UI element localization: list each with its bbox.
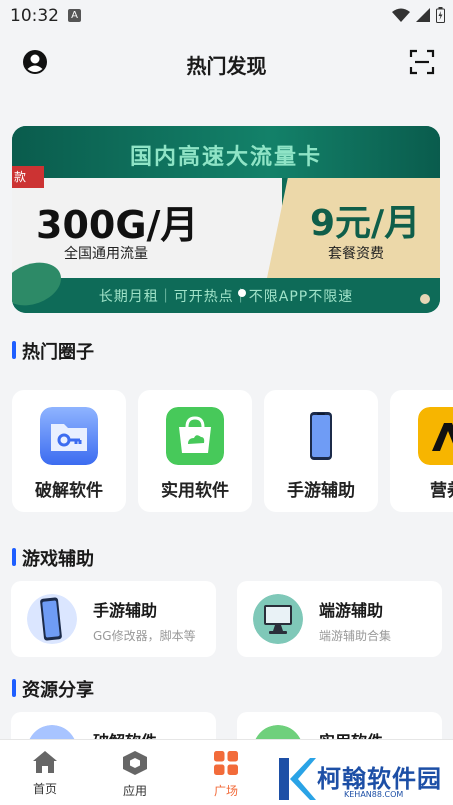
banner-bottom: 长期月租｜可开热点｜不限APP不限速 xyxy=(12,278,440,313)
promo-banner[interactable]: 国内高速大流量卡 款 300G/月 全国通用流量 9元/月 套餐资费 长期月租｜… xyxy=(12,126,440,313)
key-folder-icon xyxy=(40,407,98,465)
grid-icon xyxy=(214,751,238,775)
watermark-logo: 柯翰软件园 KEHAN88.COM xyxy=(276,756,453,804)
cube-icon xyxy=(123,751,147,775)
hot-circles-list[interactable]: 破解软件 实用软件 手游辅助 营养 xyxy=(12,390,453,515)
tab-label: 应用 xyxy=(122,784,147,798)
banner-price-desc: 套餐资费 xyxy=(328,246,384,262)
scan-icon[interactable] xyxy=(409,49,435,75)
phone-icon xyxy=(27,594,77,644)
shopping-bag-icon xyxy=(166,407,224,465)
circle-card-cracked-software[interactable]: 破解软件 xyxy=(12,390,126,512)
banner-price: 9元/月 xyxy=(310,203,421,244)
banner-headline: 国内高速大流量卡 xyxy=(129,145,322,170)
home-icon xyxy=(33,751,57,773)
tab-square[interactable]: 广场 xyxy=(196,750,256,799)
wifi-icon xyxy=(392,8,410,22)
banner-tag: 款 xyxy=(12,166,44,188)
carousel-dot[interactable] xyxy=(238,289,246,297)
tool-name: 端游辅助 xyxy=(319,601,384,620)
watermark-title: 柯翰软件园 xyxy=(317,765,442,793)
yellow-app-icon xyxy=(418,407,453,465)
battery-icon xyxy=(436,7,445,23)
status-bar: 10:32 A xyxy=(0,0,453,34)
tool-name: 手游辅助 xyxy=(93,601,158,620)
app-header: 热门发现 xyxy=(0,38,453,88)
section-title-game-assist: 游戏辅助 xyxy=(12,545,94,571)
signal-icon xyxy=(416,8,430,22)
tab-apps[interactable]: 应用 xyxy=(105,750,165,799)
watermark-domain: KEHAN88.COM xyxy=(344,790,404,799)
tool-card-pc-game-assist[interactable]: 端游辅助 端游辅助合集 xyxy=(237,581,442,657)
banner-data-desc: 全国通用流量 xyxy=(64,246,148,262)
notification-a-icon: A xyxy=(68,9,81,22)
status-time: 10:32 xyxy=(10,6,59,26)
tool-desc: 端游辅助合集 xyxy=(319,629,392,643)
banner-data-amount: 300G/月 xyxy=(36,203,199,247)
circle-label: 营养 xyxy=(430,481,453,501)
tab-home[interactable]: 首页 xyxy=(15,750,75,797)
banner-ball-decoration xyxy=(420,294,430,304)
tab-label: 广场 xyxy=(213,784,238,798)
tab-label: 首页 xyxy=(32,782,57,796)
section-title-hot-circles: 热门圈子 xyxy=(12,338,94,364)
circle-card-nutrition[interactable]: 营养 xyxy=(390,390,453,512)
page-title: 热门发现 xyxy=(186,54,267,78)
circle-label: 手游辅助 xyxy=(287,481,355,501)
circle-label: 破解软件 xyxy=(35,481,103,501)
circle-label: 实用软件 xyxy=(161,481,229,501)
tool-card-mobile-game-assist[interactable]: 手游辅助 GG修改器，脚本等 xyxy=(11,581,216,657)
banner-features: 长期月租｜可开热点｜不限APP不限速 xyxy=(98,289,354,305)
phone-icon xyxy=(310,412,332,460)
monitor-icon xyxy=(253,594,303,644)
circle-card-mobile-game-assist[interactable]: 手游辅助 xyxy=(264,390,378,512)
tool-desc: GG修改器，脚本等 xyxy=(93,629,196,643)
section-title-resource-share: 资源分享 xyxy=(12,676,94,702)
circle-card-utility-software[interactable]: 实用软件 xyxy=(138,390,252,512)
banner-top: 国内高速大流量卡 xyxy=(12,126,440,178)
k-logo-icon xyxy=(279,758,316,800)
